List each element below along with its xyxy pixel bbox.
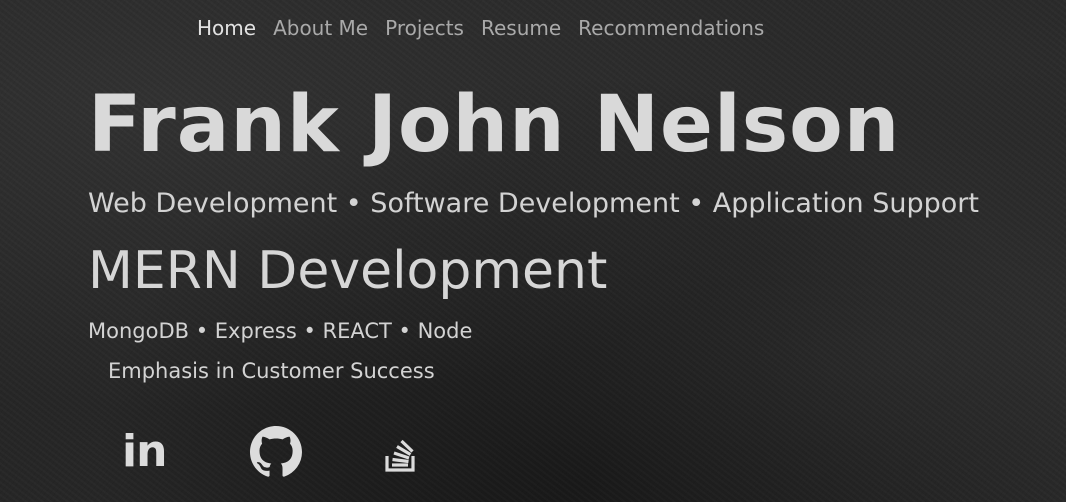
linkedin-icon[interactable]: in [122, 426, 174, 478]
services-tagline: Web Development • Software Development •… [88, 188, 979, 219]
nav-link-projects[interactable]: Projects [385, 13, 464, 43]
github-icon[interactable] [250, 426, 302, 478]
nav-link-about-me[interactable]: About Me [273, 13, 368, 43]
nav-link-recommendations[interactable]: Recommendations [578, 13, 764, 43]
stackoverflow-icon[interactable] [378, 426, 430, 478]
social-links: in [122, 426, 430, 478]
nav-link-resume[interactable]: Resume [481, 13, 561, 43]
specialty-heading: MERN Development [88, 241, 608, 301]
nav-link-home[interactable]: Home [197, 13, 256, 43]
top-nav: Home About Me Projects Resume Recommenda… [197, 13, 764, 43]
hero-name: Frank John Nelson [88, 80, 901, 170]
emphasis-line: Emphasis in Customer Success [108, 359, 435, 383]
tech-stack-line: MongoDB • Express • REACT • Node [88, 319, 473, 343]
